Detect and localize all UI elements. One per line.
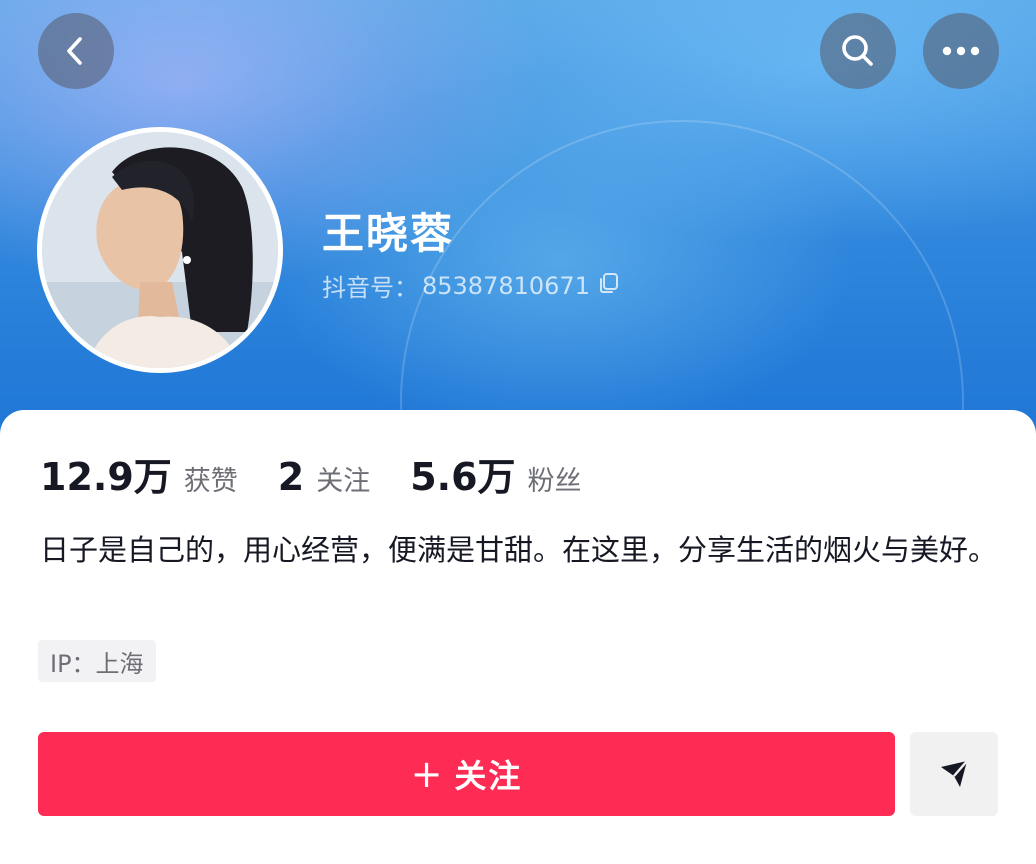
stat-likes-label: 获赞 [183,466,238,497]
follow-button-label: 关注 [454,757,523,795]
ip-location-tag: IP：上海 [38,640,156,682]
back-button[interactable] [38,13,114,89]
more-horizontal-icon [942,46,980,56]
follow-button[interactable]: + 关注 [38,732,895,816]
chevron-left-icon [67,37,82,65]
profile-stats: 12.9万 获赞 2 关注 5.6万 粉丝 [40,446,622,501]
profile-name: 王晓蓉 [322,209,455,258]
send-icon [941,760,968,787]
more-button[interactable] [923,13,999,89]
stat-following-label: 关注 [316,466,371,497]
profile-bio: 日子是自己的，用心经营，便满是甘甜。在这里，分享生活的烟火与美好。 [40,533,998,567]
message-button[interactable] [910,732,998,816]
avatar[interactable] [37,127,283,373]
stat-followers-value: 5.6万 [410,455,516,499]
avatar-photo [42,132,278,368]
stat-likes-value: 12.9万 [40,455,172,499]
douyin-id-row: 抖音号： 85387810671 [322,268,620,303]
stat-following-value: 2 [277,455,305,499]
copy-icon[interactable] [598,272,620,300]
search-button[interactable] [820,13,896,89]
douyin-id-label: 抖音号： [322,274,418,302]
stat-following[interactable]: 2 关注 [278,455,370,499]
stat-likes[interactable]: 12.9万 获赞 [40,446,238,501]
stat-followers-label: 粉丝 [527,466,582,497]
stat-followers[interactable]: 5.6万 粉丝 [410,446,581,501]
plus-icon: + [410,752,445,796]
douyin-id-value: 85387810671 [422,271,590,300]
search-icon [842,35,873,66]
